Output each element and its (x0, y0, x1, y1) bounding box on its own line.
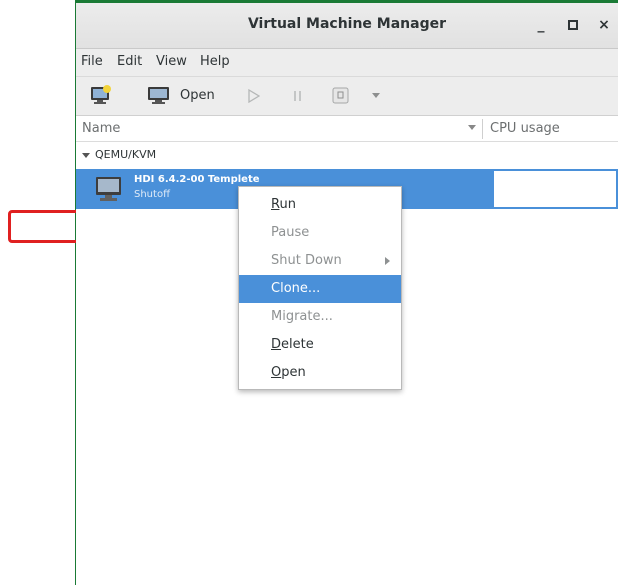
menu-bar: File Edit View Help (76, 49, 618, 77)
menu-item-migrate[interactable]: Migrate... (239, 303, 401, 331)
list-header: Name CPU usage (76, 116, 618, 142)
title-bar[interactable]: Virtual Machine Manager _ × (76, 3, 618, 49)
monitor-icon[interactable] (147, 86, 171, 106)
connection-group[interactable]: QEMU/KVM (76, 145, 618, 167)
menu-item-run-label: Run (271, 197, 296, 212)
dropdown-arrow-icon[interactable] (372, 93, 382, 99)
menu-help[interactable]: Help (200, 54, 230, 69)
shutdown-icon[interactable] (332, 87, 350, 105)
column-name[interactable]: Name (82, 121, 120, 136)
toolbar: Open (76, 77, 618, 116)
expander-icon[interactable] (82, 153, 90, 158)
vm-status: Shutoff (134, 189, 170, 200)
cpu-usage-graph (494, 171, 616, 207)
open-button-label[interactable]: Open (180, 88, 215, 103)
menu-item-migrate-label: Migrate... (271, 309, 333, 324)
menu-item-delete[interactable]: Delete (239, 331, 401, 359)
pause-icon[interactable] (292, 89, 304, 103)
new-vm-icon[interactable] (90, 85, 112, 105)
menu-file[interactable]: File (81, 54, 103, 69)
menu-item-delete-label: Delete (271, 337, 314, 352)
menu-item-shut-down[interactable]: Shut Down (239, 247, 401, 275)
menu-item-clone[interactable]: Clone... (239, 275, 401, 303)
run-icon[interactable] (248, 89, 260, 103)
menu-view[interactable]: View (156, 54, 187, 69)
menu-item-pause-label: Pause (271, 225, 310, 240)
submenu-arrow-icon (385, 257, 390, 265)
close-button[interactable]: × (593, 15, 615, 35)
maximize-button[interactable] (562, 15, 584, 35)
menu-item-shut-down-label: Shut Down (271, 253, 342, 268)
menu-item-run[interactable]: Run (239, 191, 401, 219)
sort-down-icon (468, 125, 476, 130)
menu-edit[interactable]: Edit (117, 54, 142, 69)
vm-monitor-icon (96, 177, 121, 201)
context-menu: Run Pause Shut Down Clone... Migrate... … (238, 186, 402, 390)
menu-item-pause[interactable]: Pause (239, 219, 401, 247)
maximize-icon (568, 20, 578, 30)
app-window: Virtual Machine Manager _ × File Edit Vi… (76, 3, 618, 585)
menu-item-clone-label: Clone... (271, 281, 321, 296)
menu-item-open[interactable]: Open (239, 359, 401, 387)
connection-label: QEMU/KVM (95, 148, 157, 161)
minimize-button[interactable]: _ (530, 15, 552, 35)
vm-name: HDI 6.4.2-00 Templete (134, 174, 260, 185)
column-cpu-usage[interactable]: CPU usage (490, 121, 560, 136)
column-separator (482, 119, 483, 139)
menu-item-open-label: Open (271, 365, 306, 380)
